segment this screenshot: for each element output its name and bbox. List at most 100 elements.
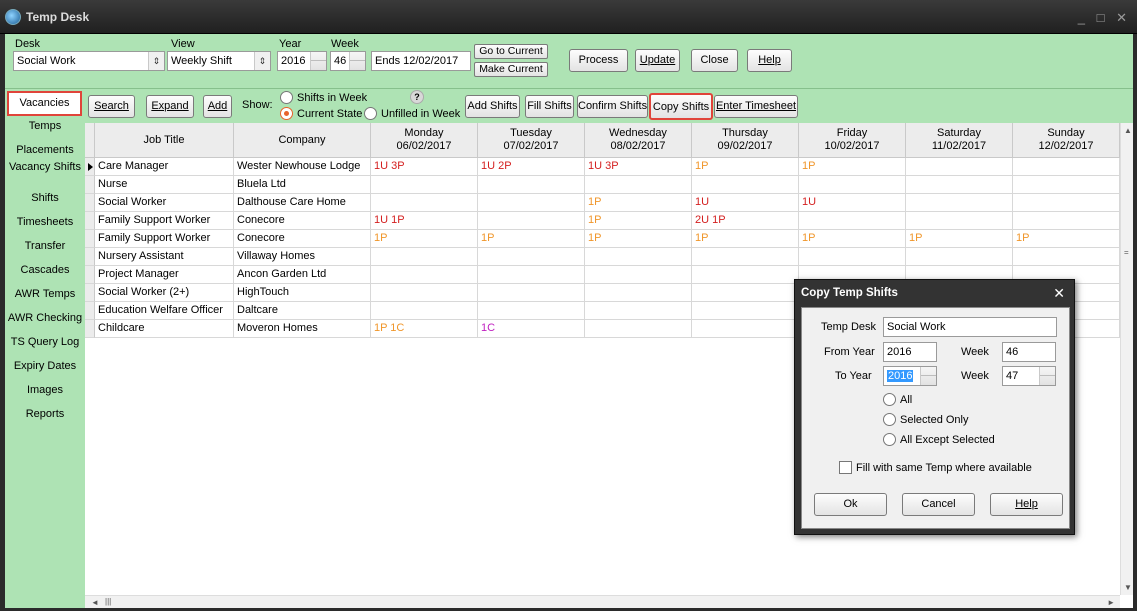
copy-shifts-button[interactable]: Copy Shifts	[649, 93, 713, 120]
cell-shift-friday[interactable]: 1P	[799, 158, 906, 176]
cell-shift-tuesday[interactable]: 1C	[478, 320, 585, 338]
cell-shift-sunday[interactable]	[1013, 158, 1120, 176]
close-icon[interactable]: ✕	[1053, 285, 1065, 302]
row-indicator[interactable]	[85, 302, 95, 320]
cell-shift-friday[interactable]: 1U	[799, 194, 906, 212]
row-indicator[interactable]	[85, 176, 95, 194]
radio-shifts-in-week[interactable]	[280, 91, 293, 104]
horizontal-scrollbar[interactable]: ◄ ||| ►	[85, 595, 1120, 608]
cell-job-title[interactable]: Social Worker	[95, 194, 234, 212]
nav-transfer[interactable]: Transfer	[5, 240, 85, 253]
header-thursday[interactable]: Thursday 09/02/2017	[692, 123, 799, 158]
radio-all-except-selected[interactable]	[883, 433, 896, 446]
cell-shift-tuesday[interactable]	[478, 194, 585, 212]
vertical-scrollbar[interactable]: ▲ = ▼	[1120, 123, 1133, 595]
help-question-icon[interactable]: ?	[410, 90, 424, 104]
header-wednesday[interactable]: Wednesday 08/02/2017	[585, 123, 692, 158]
cell-company[interactable]: Villaway Homes	[234, 248, 371, 266]
row-indicator[interactable]	[85, 230, 95, 248]
radio-all[interactable]	[883, 393, 896, 406]
add-button[interactable]: Add	[203, 95, 232, 118]
cell-shift-saturday[interactable]: 1P	[906, 230, 1013, 248]
cell-job-title[interactable]: Childcare	[95, 320, 234, 338]
cell-shift-saturday[interactable]	[906, 176, 1013, 194]
nav-awr-checking[interactable]: AWR Checking	[5, 312, 85, 325]
header-sunday[interactable]: Sunday 12/02/2017	[1013, 123, 1120, 158]
row-indicator[interactable]	[85, 266, 95, 284]
cell-shift-friday[interactable]	[799, 176, 906, 194]
cell-shift-friday[interactable]: 1P	[799, 230, 906, 248]
cell-shift-monday[interactable]: 1U 3P	[371, 158, 478, 176]
radio-unfilled-in-week[interactable]	[364, 107, 377, 120]
cell-shift-wednesday[interactable]	[585, 176, 692, 194]
cell-shift-saturday[interactable]	[906, 212, 1013, 230]
search-button[interactable]: Search	[88, 95, 135, 118]
cell-shift-thursday[interactable]: 1P	[692, 230, 799, 248]
cell-shift-thursday[interactable]	[692, 320, 799, 338]
cell-shift-monday[interactable]	[371, 284, 478, 302]
nav-ts-query-log[interactable]: TS Query Log	[5, 336, 85, 349]
cell-shift-monday[interactable]	[371, 266, 478, 284]
nav-vacancy-shifts[interactable]: Vacancy Shifts	[5, 161, 85, 174]
cell-company[interactable]: Wester Newhouse Lodge	[234, 158, 371, 176]
cell-shift-thursday[interactable]	[692, 176, 799, 194]
update-button[interactable]: Update	[635, 49, 680, 72]
cell-shift-wednesday[interactable]	[585, 302, 692, 320]
nav-shifts[interactable]: Shifts	[5, 192, 85, 205]
cell-company[interactable]: Moveron Homes	[234, 320, 371, 338]
table-row[interactable]: Nurse Bluela Ltd	[85, 176, 1121, 194]
cell-shift-monday[interactable]: 1P 1C	[371, 320, 478, 338]
fill-shifts-button[interactable]: Fill Shifts	[525, 95, 574, 118]
cell-shift-wednesday[interactable]	[585, 284, 692, 302]
expand-button[interactable]: Expand	[146, 95, 194, 118]
table-row[interactable]: Social Worker Dalthouse Care Home 1P 1U 1U	[85, 194, 1121, 212]
to-year-spinner[interactable]: 2016	[883, 366, 937, 386]
table-row[interactable]: Family Support Worker Conecore 1U 1P 1P 2U 1…	[85, 212, 1121, 230]
cell-shift-wednesday[interactable]	[585, 320, 692, 338]
cell-shift-tuesday[interactable]	[478, 212, 585, 230]
confirm-shifts-button[interactable]: Confirm Shifts	[577, 95, 648, 118]
row-indicator[interactable]	[85, 320, 95, 338]
cell-shift-wednesday[interactable]: 1P	[585, 194, 692, 212]
close-button[interactable]: Close	[691, 49, 738, 72]
cancel-button[interactable]: Cancel	[902, 493, 975, 516]
cell-shift-friday[interactable]	[799, 212, 906, 230]
cell-company[interactable]: Conecore	[234, 230, 371, 248]
cell-shift-monday[interactable]: 1U 1P	[371, 212, 478, 230]
nav-cascades[interactable]: Cascades	[5, 264, 85, 277]
cell-shift-tuesday[interactable]	[478, 302, 585, 320]
fill-same-temp-checkbox[interactable]	[839, 461, 852, 474]
cell-shift-tuesday[interactable]: 1P	[478, 230, 585, 248]
cell-job-title[interactable]: Social Worker (2+)	[95, 284, 234, 302]
cell-shift-thursday[interactable]	[692, 248, 799, 266]
cell-company[interactable]: Ancon Garden Ltd	[234, 266, 371, 284]
nav-images[interactable]: Images	[5, 384, 85, 397]
cell-shift-wednesday[interactable]: 1P	[585, 212, 692, 230]
header-job-title[interactable]: Job Title	[95, 123, 234, 158]
cell-shift-wednesday[interactable]	[585, 248, 692, 266]
cell-job-title[interactable]: Care Manager	[95, 158, 234, 176]
cell-shift-saturday[interactable]	[906, 194, 1013, 212]
cell-job-title[interactable]: Family Support Worker	[95, 212, 234, 230]
from-week-field[interactable]: 46	[1002, 342, 1056, 362]
row-indicator[interactable]	[85, 248, 95, 266]
header-saturday[interactable]: Saturday 11/02/2017	[906, 123, 1013, 158]
cell-shift-tuesday[interactable]	[478, 248, 585, 266]
view-select[interactable]: Weekly Shift ⇕	[167, 51, 271, 71]
table-row[interactable]: Nursery Assistant Villaway Homes	[85, 248, 1121, 266]
header-company[interactable]: Company	[234, 123, 371, 158]
make-current-button[interactable]: Make Current	[474, 62, 548, 77]
cell-shift-thursday[interactable]: 2U 1P	[692, 212, 799, 230]
cell-shift-wednesday[interactable]: 1P	[585, 230, 692, 248]
enter-timesheet-button[interactable]: Enter Timesheet	[714, 95, 798, 118]
desk-select[interactable]: Social Work ⇕	[13, 51, 165, 71]
cell-shift-tuesday[interactable]	[478, 284, 585, 302]
cell-company[interactable]: Conecore	[234, 212, 371, 230]
cell-shift-thursday[interactable]: 1P	[692, 158, 799, 176]
from-year-field[interactable]: 2016	[883, 342, 937, 362]
cell-job-title[interactable]: Nurse	[95, 176, 234, 194]
nav-awr-temps[interactable]: AWR Temps	[5, 288, 85, 301]
cell-shift-sunday[interactable]	[1013, 212, 1120, 230]
window-controls[interactable]: _ □ ✕	[1078, 10, 1131, 26]
radio-current-state[interactable]	[280, 107, 293, 120]
